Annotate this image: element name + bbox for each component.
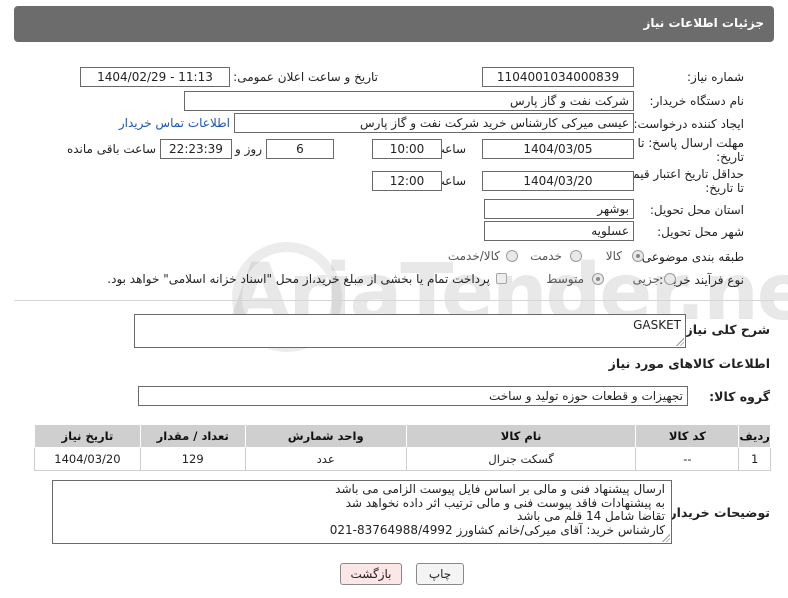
notes-line: تقاضا شامل 14 قلم می باشد: [517, 509, 665, 523]
notes-line: ارسال پیشنهاد فنی و مالی بر اساس فایل پی…: [335, 482, 665, 496]
process-option-medium: متوسط: [546, 272, 584, 286]
divider: [14, 300, 774, 301]
cell-item-name: گسکت جنرال: [405, 447, 637, 471]
watermark-text: AriaTender.neT: [230, 248, 788, 338]
notes-line: کارشناس خرید: آقای میرکی/خانم کشاورز 837…: [329, 522, 665, 537]
buyer-notes-label: توضیحات خریدار:: [664, 505, 770, 520]
category-label: طبقه بندی موضوعی:: [637, 250, 744, 264]
reply-deadline-label: مهلت ارسال پاسخ: تا: [637, 136, 744, 150]
creator-label: ایجاد کننده درخواست:: [633, 117, 744, 131]
buyer-notes-textarea[interactable]: ارسال پیشنهاد فنی و مالی بر اساس فایل پی…: [52, 480, 672, 544]
treasury-payment-note: پرداخت تمام یا بخشی از مبلغ خرید،از محل …: [107, 272, 490, 286]
remaining-time-label: ساعت باقی مانده: [66, 142, 156, 156]
reply-deadline-label-2: تاریخ:: [716, 150, 744, 164]
col-header-item-code: کد کالا: [635, 424, 740, 448]
col-header-need-date: تاریخ نیاز: [34, 424, 141, 448]
category-option-service: خدمت: [530, 249, 562, 263]
table-header-row: ردیف کد کالا نام کالا واحد شمارش تعداد /…: [34, 424, 771, 448]
city-label: شهر محل تحویل:: [657, 225, 744, 239]
cell-need-date: 1404/03/20: [34, 447, 141, 471]
price-validity-label-2: تا تاریخ:: [705, 181, 744, 195]
col-header-item-name: نام کالا: [405, 424, 637, 448]
remaining-time-field[interactable]: 22:23:39: [160, 139, 232, 159]
creator-field[interactable]: عیسی میرکی کارشناس خرید شرکت نفت و گاز پ…: [234, 113, 634, 133]
cell-unit: عدد: [244, 447, 407, 471]
days-label: روز و: [235, 142, 262, 156]
announce-date-label: تاریخ و ساعت اعلان عمومی:: [233, 70, 378, 84]
category-radio-service[interactable]: [570, 250, 582, 262]
description-text: GASKET: [633, 318, 681, 332]
price-time-field[interactable]: 12:00: [372, 171, 442, 191]
details-header-bar: جزئیات اطلاعات نیاز: [14, 6, 774, 42]
col-header-unit: واحد شمارش: [244, 424, 407, 448]
goods-section-title: اطلاعات کالاهای مورد نیاز: [608, 356, 770, 371]
buyer-contact-link[interactable]: اطلاعات تماس خریدار: [119, 116, 230, 130]
category-option-goods: کالا: [605, 249, 622, 263]
cell-row-number: 1: [738, 447, 771, 471]
need-number-field[interactable]: 1104001034000839: [482, 67, 634, 87]
treasury-payment-checkbox[interactable]: [496, 273, 507, 284]
process-option-minor: جزیی: [632, 272, 660, 286]
reply-time-field[interactable]: 10:00: [372, 139, 442, 159]
province-field[interactable]: بوشهر: [484, 199, 634, 219]
resize-handle-icon[interactable]: [662, 534, 670, 542]
category-option-goods-service: کالا/خدمت: [447, 249, 500, 263]
reply-date-field[interactable]: 1404/03/05: [482, 139, 634, 159]
back-button[interactable]: بازگشت: [340, 563, 402, 585]
table-row[interactable]: 1 -- گسکت جنرال عدد 129 1404/03/20: [34, 447, 771, 471]
goods-group-label: گروه کالا:: [709, 389, 770, 404]
need-number-label: شماره نیاز:: [687, 70, 744, 84]
goods-table: ردیف کد کالا نام کالا واحد شمارش تعداد /…: [34, 424, 771, 471]
page-title: جزئیات اطلاعات نیاز: [643, 16, 764, 30]
print-button[interactable]: چاپ: [416, 563, 464, 585]
announce-date-field[interactable]: 1404/02/29 - 11:13: [80, 67, 230, 87]
cell-item-code: --: [635, 447, 740, 471]
province-label: استان محل تحویل:: [649, 203, 744, 217]
remaining-days-field[interactable]: 6: [266, 139, 334, 159]
city-field[interactable]: عسلویه: [484, 221, 634, 241]
process-radio-minor[interactable]: [664, 273, 676, 285]
description-textarea[interactable]: GASKET: [134, 314, 686, 348]
process-radio-medium[interactable]: [592, 273, 604, 285]
notes-line: به پیشنهادات فاقد پیوست فنی و مالی ترتیب…: [345, 495, 665, 510]
col-header-row-number: ردیف: [738, 424, 771, 448]
col-header-quantity: تعداد / مقدار: [139, 424, 246, 448]
price-date-field[interactable]: 1404/03/20: [482, 171, 634, 191]
buyer-org-field[interactable]: شرکت نفت و گاز پارس: [184, 91, 634, 111]
buyer-org-label: نام دستگاه خریدار:: [649, 94, 745, 108]
price-validity-label: حداقل تاریخ اعتبار قیمت:: [617, 167, 744, 181]
goods-group-field[interactable]: تجهیزات و قطعات حوزه تولید و ساخت: [138, 386, 688, 406]
resize-handle-icon[interactable]: [676, 338, 684, 346]
description-label: شرح کلی نیاز:: [680, 322, 770, 337]
cell-quantity: 129: [139, 447, 246, 471]
category-radio-goods-service[interactable]: [506, 250, 518, 262]
category-radio-goods[interactable]: [632, 250, 644, 262]
